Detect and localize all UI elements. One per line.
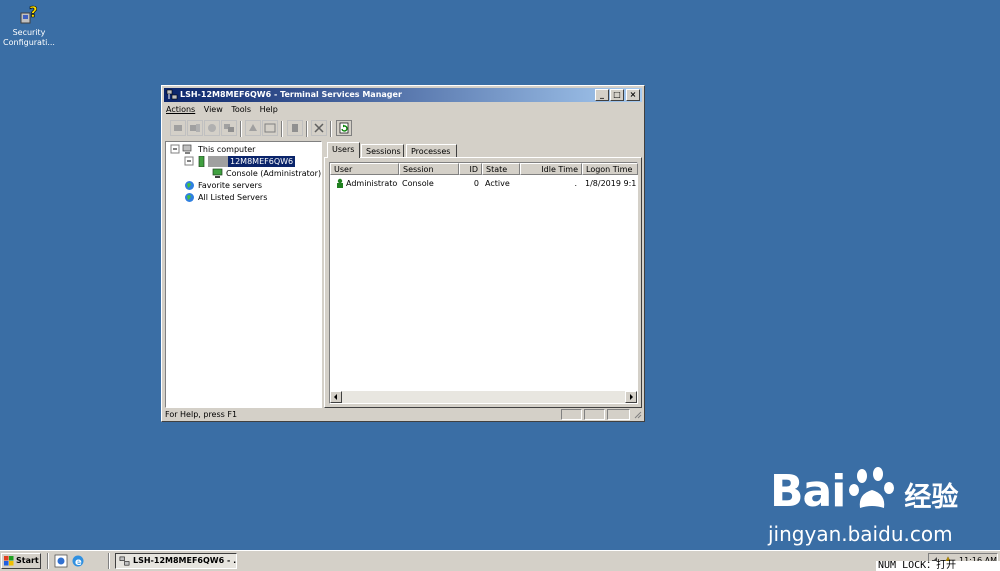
watermark-brand: Bai — [770, 466, 846, 517]
scroll-right-button[interactable] — [625, 391, 637, 403]
column-header-logon-time[interactable]: Logon Time — [582, 163, 638, 175]
taskbar-button-label: LSH-12M8MEF6QW6 - ... — [133, 556, 237, 565]
column-header-state[interactable]: State — [482, 163, 520, 175]
cell-user: Administrator — [346, 179, 398, 188]
tab-processes[interactable]: Processes — [406, 144, 457, 157]
cell-session: Console — [402, 179, 434, 188]
computer-icon — [182, 144, 192, 154]
cell-state: Active — [485, 179, 510, 188]
tree-label-server: 12M8MEF6QW6 — [228, 156, 296, 167]
scroll-left-button[interactable] — [330, 391, 342, 403]
status-panel — [584, 409, 605, 420]
start-button[interactable]: Start — [1, 553, 41, 569]
tree-label-console: Console (Administrator) — [226, 169, 322, 178]
status-icon[interactable] — [262, 120, 278, 136]
user-icon — [337, 178, 343, 188]
tree-label-favorite-servers: Favorite servers — [198, 181, 263, 190]
desktop-icon-label-1: Security — [12, 28, 46, 37]
quick-launch-server-manager-icon[interactable] — [54, 554, 68, 568]
users-tab-panel: User Session ID State Idle Time Logon Ti… — [324, 157, 642, 408]
tree-label-this-computer: This computer — [198, 145, 256, 154]
terminal-services-icon — [119, 556, 130, 566]
globe-icon — [185, 193, 194, 202]
svg-text:?: ? — [29, 4, 38, 21]
taskbar-button-terminal-services-manager[interactable]: LSH-12M8MEF6QW6 - ... — [115, 553, 237, 569]
collapse-icon[interactable] — [184, 156, 195, 167]
num-lock-indicator: NUM LOCK：打开 — [876, 561, 1000, 571]
disconnect-icon[interactable] — [204, 120, 220, 136]
close-button[interactable]: × — [626, 89, 640, 101]
maximize-button[interactable]: □ — [610, 89, 624, 101]
desktop-icon-label-2: Configurati... — [3, 38, 55, 47]
logoff-icon[interactable] — [287, 120, 303, 136]
globe-icon — [185, 181, 194, 190]
terminal-services-manager-window: LSH-12M8MEF6QW6 - Terminal Services Mana… — [161, 85, 645, 422]
watermark-url: jingyan.baidu.com — [768, 522, 953, 546]
internet-explorer-icon[interactable]: e — [71, 554, 85, 568]
server-icon — [198, 156, 205, 167]
minimize-button[interactable]: _ — [595, 89, 609, 101]
windows-flag-icon — [4, 556, 14, 566]
security-config-icon: ? — [20, 4, 38, 24]
column-header-user[interactable]: User — [330, 163, 399, 175]
terminal-services-icon — [166, 89, 178, 100]
title-bar[interactable]: LSH-12M8MEF6QW6 - Terminal Services Mana… — [164, 88, 642, 102]
column-header-id[interactable]: ID — [459, 163, 482, 175]
tree-node-server[interactable]: 12M8MEF6QW6 — [184, 156, 314, 167]
users-list: User Session ID State Idle Time Logon Ti… — [329, 162, 638, 404]
connect-icon[interactable] — [187, 120, 203, 136]
collapse-icon[interactable] — [170, 144, 181, 155]
remote-control-icon[interactable] — [221, 120, 237, 136]
refresh-icon[interactable] — [336, 120, 352, 136]
paw-logo-icon — [848, 467, 894, 508]
tab-users[interactable]: Users — [327, 142, 360, 158]
menu-actions[interactable]: Actions — [166, 104, 195, 116]
cell-logon-time: 1/8/2019 9:1. — [585, 179, 637, 188]
taskbar: Start e LSH-12M8MEF6QW6 - ... 11:16 AM — [0, 550, 1000, 571]
session-monitor-icon — [212, 168, 223, 178]
redacted-block — [208, 156, 228, 167]
menu-help[interactable]: Help — [260, 104, 278, 116]
cell-idle-time: . — [574, 179, 577, 188]
details-pane: Users Sessions Processes User Session ID… — [324, 141, 642, 408]
start-label: Start — [16, 556, 39, 565]
window-title: LSH-12M8MEF6QW6 - Terminal Services Mana… — [180, 90, 402, 99]
watermark-brand-cn: 经验 — [904, 482, 959, 513]
resize-grip-icon[interactable] — [632, 409, 642, 420]
end-process-icon[interactable] — [311, 120, 327, 136]
server-tree: This computer 12M8MEF6QW6 Console (Admin… — [165, 141, 322, 408]
security-configuration-desktop-icon[interactable]: ? Security Configurati... — [3, 4, 55, 48]
column-header-session[interactable]: Session — [399, 163, 459, 175]
menu-tools[interactable]: Tools — [231, 104, 251, 116]
tab-sessions[interactable]: Sessions — [361, 144, 404, 157]
status-panel — [607, 409, 630, 420]
horizontal-scrollbar[interactable] — [330, 391, 637, 403]
baidu-watermark: Bai 经验 jingyan.baidu.com — [768, 466, 959, 546]
menu-view[interactable]: View — [204, 104, 223, 116]
status-panel — [561, 409, 582, 420]
svg-text:e: e — [75, 557, 82, 568]
tree-label-all-listed-servers: All Listed Servers — [198, 193, 268, 202]
status-bar: For Help, press F1 — [164, 409, 642, 420]
cell-id: 0 — [473, 179, 479, 188]
menu-bar: Actions View Tools Help — [166, 104, 284, 116]
status-text: For Help, press F1 — [165, 410, 238, 419]
send-message-icon[interactable] — [170, 120, 186, 136]
column-header-idle-time[interactable]: Idle Time — [520, 163, 582, 175]
reset-icon[interactable] — [245, 120, 261, 136]
